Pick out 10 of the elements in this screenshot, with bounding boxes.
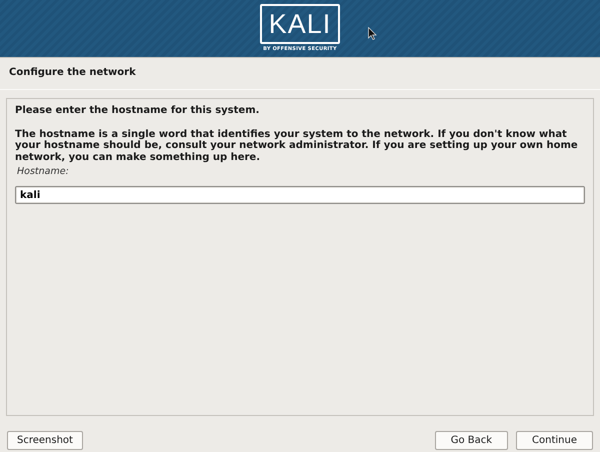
step-title: Configure the network: [0, 58, 600, 90]
hostname-field[interactable]: kali: [15, 186, 585, 204]
dialog-button[interactable]: Go Back: [434, 431, 508, 450]
dialog-button[interactable]: Screenshot: [7, 431, 83, 450]
logo-text: KALI: [260, 4, 340, 44]
pointer-icon: [368, 27, 377, 40]
description-text: The hostname is a single word that identifies your system to the network. If you don't know what your hostname should be, consult your network administrator. If you are setting up your own home network, you can make something up here.: [15, 128, 579, 163]
prompt-text: Please enter the hostname for this system.: [15, 105, 260, 116]
field-label: Hostname:: [17, 166, 70, 177]
dialog-button[interactable]: Continue: [516, 431, 593, 450]
